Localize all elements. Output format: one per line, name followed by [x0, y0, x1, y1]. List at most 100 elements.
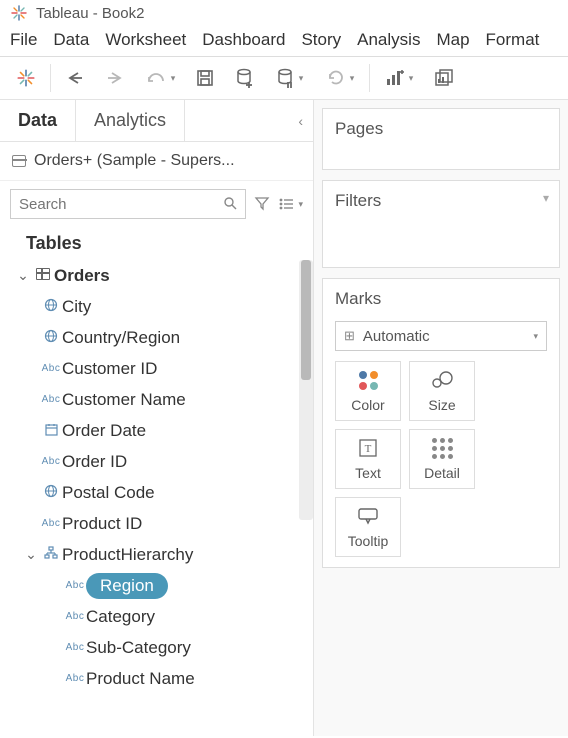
calendar-icon — [40, 423, 62, 439]
field-category[interactable]: Abc Category — [0, 601, 313, 632]
side-tabs: Data Analytics ‹ — [0, 100, 313, 142]
filters-menu-icon[interactable]: ▾ — [543, 191, 549, 205]
window-title: Tableau - Book2 — [36, 5, 144, 22]
mark-type-select[interactable]: ⊞ Automatic ▾ — [335, 321, 547, 351]
field-label: Sub-Category — [86, 638, 295, 658]
field-sub-category[interactable]: Abc Sub-Category — [0, 632, 313, 663]
search-input-container[interactable] — [10, 189, 246, 219]
text-icon: T — [358, 437, 378, 459]
collapse-toggle-icon[interactable]: ⌄ — [22, 546, 40, 563]
field-postal-code[interactable]: Postal Code — [0, 477, 313, 508]
menu-map[interactable]: Map — [436, 30, 469, 50]
marks-grid: Color Size T Text Detail Tooltip — [335, 361, 547, 557]
globe-icon — [40, 329, 62, 346]
pages-card[interactable]: Pages — [322, 108, 560, 170]
left-panel: Data Analytics ‹ Orders+ (Sample - Super… — [0, 100, 314, 736]
search-input[interactable] — [19, 196, 223, 213]
detail-icon — [432, 437, 453, 459]
mark-text-button[interactable]: T Text — [335, 429, 401, 489]
field-order-date[interactable]: Order Date — [0, 415, 313, 446]
menu-analysis[interactable]: Analysis — [357, 30, 420, 50]
filters-card[interactable]: Filters ▾ — [322, 180, 560, 268]
chevron-down-icon: ▾ — [299, 73, 304, 84]
menu-story[interactable]: Story — [301, 30, 341, 50]
view-options-button[interactable]: ▾ — [278, 197, 303, 211]
field-label: Product Name — [86, 669, 295, 689]
abc-icon: Abc — [40, 363, 62, 374]
field-label: Customer ID — [62, 359, 295, 379]
mark-type-label: Automatic — [363, 328, 430, 345]
search-icon — [223, 196, 237, 213]
globe-icon — [40, 484, 62, 501]
mark-color-button[interactable]: Color — [335, 361, 401, 421]
menu-data[interactable]: Data — [53, 30, 89, 50]
field-city[interactable]: City — [0, 291, 313, 322]
collapse-panel-button[interactable]: ‹ — [298, 113, 303, 129]
scrollbar[interactable] — [299, 260, 313, 520]
automatic-icon: ⊞ — [344, 328, 355, 344]
chevron-down-icon: ▾ — [171, 73, 176, 84]
datasource-row[interactable]: Orders+ (Sample - Supers... — [0, 142, 313, 181]
titlebar: Tableau - Book2 — [0, 0, 568, 26]
field-product-id[interactable]: Abc Product ID — [0, 508, 313, 539]
mark-detail-button[interactable]: Detail — [409, 429, 475, 489]
new-datasource-button[interactable] — [225, 56, 265, 100]
mark-size-button[interactable]: Size — [409, 361, 475, 421]
filters-title: Filters — [335, 191, 547, 211]
abc-icon: Abc — [64, 580, 86, 591]
field-order-id[interactable]: Abc Order ID — [0, 446, 313, 477]
forward-button[interactable] — [95, 56, 135, 100]
hierarchy-producthierarchy[interactable]: ⌄ ProductHierarchy — [0, 539, 313, 570]
table-row-orders[interactable]: ⌄ Orders — [0, 260, 313, 291]
abc-icon: Abc — [40, 394, 62, 405]
mark-text-label: Text — [355, 465, 381, 481]
filter-icon[interactable] — [254, 195, 270, 214]
fields-tree: ⌄ Orders City Country/Region Abc Custome… — [0, 260, 313, 736]
globe-icon — [40, 298, 62, 315]
color-icon — [359, 369, 378, 391]
duplicate-sheet-button[interactable] — [424, 56, 464, 100]
field-label: Customer Name — [62, 390, 295, 410]
field-label: Product ID — [62, 514, 295, 534]
menu-format[interactable]: Format — [486, 30, 540, 50]
field-label: Order ID — [62, 452, 295, 472]
toolbar: ▾ ▾ ▾ ▾ — [0, 56, 568, 100]
collapse-toggle-icon[interactable]: ⌄ — [14, 267, 32, 284]
field-product-name[interactable]: Abc Product Name — [0, 663, 313, 694]
field-customer-id[interactable]: Abc Customer ID — [0, 353, 313, 384]
abc-icon: Abc — [64, 673, 86, 684]
field-country-region[interactable]: Country/Region — [0, 322, 313, 353]
hierarchy-icon — [40, 546, 62, 563]
marks-title: Marks — [335, 289, 547, 309]
refresh-button[interactable]: ▾ — [315, 56, 365, 100]
right-panel: Pages Filters ▾ Marks ⊞ Automatic ▾ Colo… — [314, 100, 568, 736]
back-button[interactable] — [55, 56, 95, 100]
table-icon — [32, 268, 54, 283]
table-label: Orders — [54, 266, 295, 286]
mark-size-label: Size — [428, 397, 455, 413]
undo-redo-button[interactable]: ▾ — [135, 56, 185, 100]
scrollbar-thumb[interactable] — [301, 260, 311, 380]
tables-header: Tables — [0, 227, 313, 260]
tableau-logo-icon — [10, 4, 28, 22]
menu-file[interactable]: File — [10, 30, 37, 50]
tab-analytics[interactable]: Analytics — [76, 100, 185, 141]
main-area: Data Analytics ‹ Orders+ (Sample - Super… — [0, 100, 568, 736]
menu-worksheet[interactable]: Worksheet — [105, 30, 186, 50]
abc-icon: Abc — [64, 642, 86, 653]
field-label-selected: Region — [86, 573, 168, 599]
pages-title: Pages — [335, 119, 547, 139]
pause-autoupdate-button[interactable]: ▾ — [265, 56, 315, 100]
tab-data[interactable]: Data — [0, 100, 76, 141]
tableau-start-button[interactable] — [6, 56, 46, 100]
field-label: Order Date — [62, 421, 295, 441]
new-worksheet-button[interactable]: ▾ — [374, 56, 424, 100]
mark-tooltip-button[interactable]: Tooltip — [335, 497, 401, 557]
menu-dashboard[interactable]: Dashboard — [202, 30, 285, 50]
mark-detail-label: Detail — [424, 465, 460, 481]
field-customer-name[interactable]: Abc Customer Name — [0, 384, 313, 415]
chevron-down-icon: ▾ — [298, 199, 303, 210]
abc-icon: Abc — [64, 611, 86, 622]
field-region[interactable]: Abc Region — [0, 570, 313, 601]
save-button[interactable] — [185, 56, 225, 100]
